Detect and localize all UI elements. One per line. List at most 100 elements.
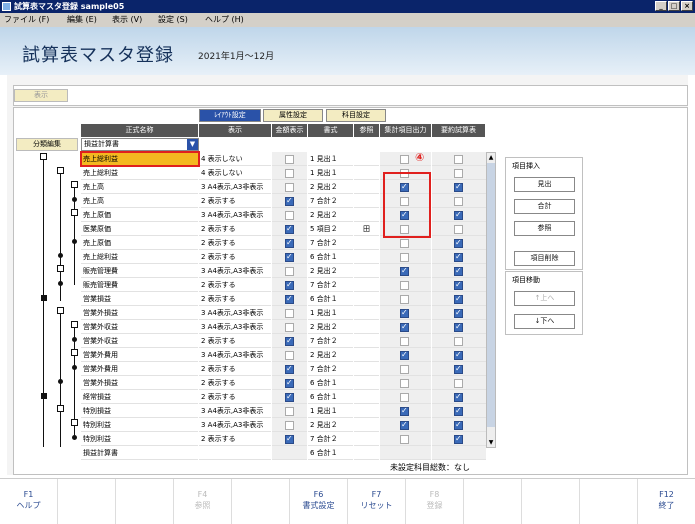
tree-node-icon[interactable] [57,167,64,174]
cell-format[interactable]: 2 見出２ [308,320,353,334]
checkbox[interactable] [454,350,463,360]
cell-format[interactable]: 6 合計１ [308,250,353,264]
checkbox[interactable] [454,169,463,178]
checkbox[interactable] [400,365,409,374]
cell-name[interactable]: 営業外費用 [81,348,198,362]
cell-name[interactable]: 売上原価 [81,236,198,250]
checkbox[interactable] [400,295,409,304]
checkbox[interactable] [285,224,294,234]
tree-node-icon[interactable] [71,349,78,356]
cell-ref[interactable] [354,306,379,320]
checkbox[interactable] [400,253,409,262]
cell-display[interactable] [199,446,271,460]
move-up-button[interactable]: ↑上へ [514,291,575,306]
f8-register-button[interactable]: F8 登録 [406,479,464,524]
cell-ref[interactable] [354,292,379,306]
checkbox[interactable] [400,322,409,332]
cell-display[interactable]: 3 A4表示,A3非表示 [199,306,271,320]
cell-format[interactable]: 2 見出２ [308,208,353,222]
cell-format[interactable]: 6 合計１ [308,446,353,460]
checkbox[interactable] [285,323,294,332]
checkbox[interactable] [454,294,463,304]
checkbox[interactable] [285,336,294,346]
cell-display[interactable]: 2 表示する [199,432,271,446]
cell-ref[interactable] [354,432,379,446]
cell-ref[interactable] [354,404,379,418]
cell-format[interactable]: 2 見出２ [308,418,353,432]
tree-node-icon[interactable] [40,153,47,160]
cell-ref[interactable] [354,250,379,264]
insert-total-button[interactable]: 合計 [514,199,575,214]
table-row[interactable]: 営業外費用2 表示する 7 合計２ [81,362,486,376]
cell-format[interactable]: 2 見出２ [308,180,353,194]
checkbox[interactable] [400,420,409,430]
cell-format[interactable]: 7 合計２ [308,236,353,250]
cell-ref[interactable] [354,334,379,348]
minimize-button[interactable]: _ [655,1,667,11]
checkbox[interactable] [285,294,294,304]
maximize-button[interactable]: □ [668,1,680,11]
cell-name[interactable]: 特別損益 [81,404,198,418]
f5-button[interactable] [232,479,290,524]
f7-reset-button[interactable]: F7 リセット [348,479,406,524]
f2-button[interactable] [58,479,116,524]
checkbox[interactable] [400,435,409,444]
delete-item-button[interactable]: 項目削除 [514,251,575,266]
checkbox[interactable] [454,155,463,164]
cell-display[interactable]: 2 表示する [199,194,271,208]
cell-ref[interactable] [354,208,379,222]
cell-ref[interactable] [354,376,379,390]
cell-display[interactable]: 2 表示する [199,376,271,390]
cell-ref[interactable] [354,446,379,460]
insert-reference-button[interactable]: 参照 [514,221,575,236]
tree-node-icon[interactable] [57,307,64,314]
scroll-thumb[interactable] [487,163,495,427]
menu-file[interactable]: ファイル (F) [4,14,49,26]
f12-exit-button[interactable]: F12 終了 [638,479,695,524]
cell-format[interactable]: 6 合計１ [308,292,353,306]
cell-ref[interactable] [354,320,379,334]
checkbox[interactable] [454,238,463,248]
checkbox[interactable] [285,392,294,402]
cell-ref[interactable] [354,166,379,180]
checkbox[interactable] [454,197,463,206]
checkbox[interactable] [285,155,294,164]
cell-display[interactable]: 2 表示する [199,236,271,250]
table-row[interactable]: 売上原価2 表示する 7 合計２ [81,236,486,250]
cell-name[interactable]: 売上原価 [81,208,198,222]
table-row[interactable]: 営業外損益 3 A4表示,A3非表示 1 見出１ [81,306,486,320]
checkbox[interactable] [454,434,463,444]
f4-reference-button[interactable]: F4 参照 [174,479,232,524]
chevron-down-icon[interactable]: ▼ [187,139,198,150]
cell-format[interactable]: 7 合計２ [308,362,353,376]
checkbox[interactable] [285,378,294,388]
tree-node-icon[interactable] [57,265,64,272]
table-row[interactable]: 販売管理費2 表示する 7 合計２ [81,278,486,292]
show-button[interactable]: 表示 [14,89,68,102]
cell-display[interactable]: 3 A4表示,A3非表示 [199,348,271,362]
cell-ref[interactable] [354,362,379,376]
checkbox[interactable] [454,392,463,402]
cell-display[interactable]: 2 表示する [199,292,271,306]
cell-format[interactable]: 1 見出１ [308,306,353,320]
tree-node-icon[interactable] [71,419,78,426]
f6-format-button[interactable]: F6 書式設定 [290,479,348,524]
cell-display[interactable]: 2 表示する [199,222,271,236]
checkbox[interactable] [285,351,294,360]
checkbox[interactable] [400,266,409,276]
checkbox[interactable] [454,182,463,192]
checkbox[interactable] [400,393,409,402]
cell-name[interactable]: 損益計算書 [81,446,198,460]
grid-scrollbar[interactable]: ▲ ▼ [486,152,496,448]
checkbox[interactable] [454,322,463,332]
menu-settings[interactable]: 設定 (S) [158,14,188,26]
cell-ref[interactable] [354,390,379,404]
cell-name[interactable]: 経常損益 [81,390,198,404]
cell-name[interactable]: 営業損益 [81,292,198,306]
cell-display[interactable]: 2 表示する [199,362,271,376]
move-down-button[interactable]: ↓下へ [514,314,575,329]
checkbox[interactable] [400,308,409,318]
checkbox[interactable] [454,337,463,346]
cell-format[interactable]: 2 見出２ [308,348,353,362]
table-row[interactable]: 営業外収益2 表示する 7 合計２ [81,334,486,348]
